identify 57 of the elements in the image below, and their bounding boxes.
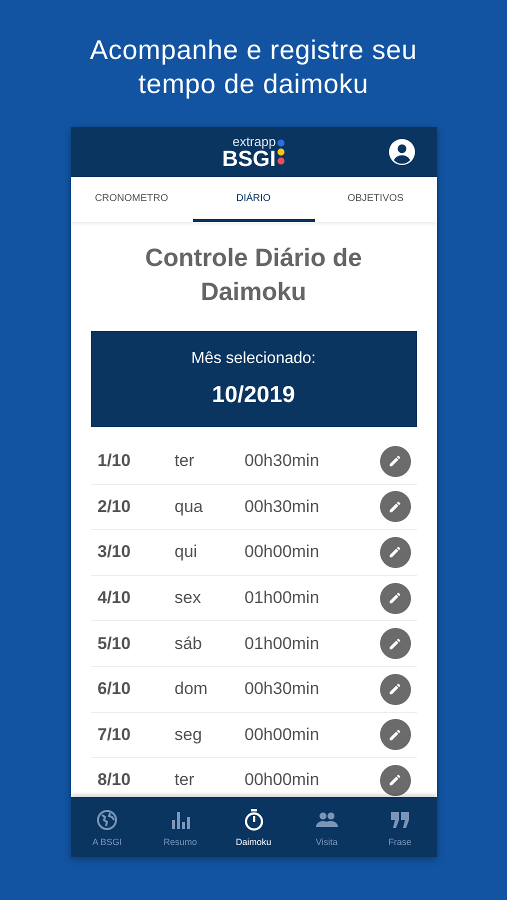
time-cell-text: 00h00min <box>244 770 320 790</box>
weekday-cell-text: sáb <box>174 634 203 654</box>
edit-button[interactable] <box>380 446 410 477</box>
pencil-icon <box>388 454 402 468</box>
time-cell-text: 00h30min <box>244 451 320 472</box>
weekday-cell-text: seg <box>174 724 203 745</box>
time-cell-text: 01h00min <box>244 588 320 608</box>
nav-item[interactable]: A BSGI <box>70 797 144 857</box>
nav-item[interactable]: Frase <box>363 797 436 857</box>
month-label: Mês selecionado: <box>191 350 316 368</box>
time-cell-text: 00h30min <box>244 679 320 700</box>
pencil-icon <box>388 682 402 696</box>
date-cell-text: 6/10 <box>96 679 132 700</box>
time-cell-text: 01h00min <box>244 634 320 654</box>
tab[interactable]: DIÁRIO <box>192 177 314 222</box>
date-cell-text: 2/10 <box>96 496 132 517</box>
pencil-icon <box>388 728 402 742</box>
edit-button[interactable] <box>380 764 410 796</box>
weekday-cell-text: sex <box>174 588 202 608</box>
weekday-cell-text: qui <box>174 542 198 562</box>
pencil-icon <box>388 500 402 514</box>
edit-button[interactable] <box>380 628 410 660</box>
pencil-icon <box>388 591 402 606</box>
page-title: Controle Diário de Daimoku <box>144 243 363 308</box>
pencil-icon <box>388 545 402 560</box>
tab[interactable]: CRONOMETRO <box>70 177 192 222</box>
time-cell-text: 00h30min <box>244 496 320 517</box>
edit-button[interactable] <box>380 719 410 750</box>
nav-item[interactable]: Visita <box>290 797 364 857</box>
time-cell-text: 00h00min <box>244 542 320 562</box>
globe-icon <box>95 808 120 832</box>
weekday-cell-text: ter <box>174 770 196 790</box>
date-cell-text: 4/10 <box>96 588 132 608</box>
date-cell-text: 5/10 <box>96 634 132 654</box>
edit-button[interactable] <box>380 536 410 568</box>
dots-icon <box>276 139 285 165</box>
nav-item[interactable]: Resumo <box>144 797 217 857</box>
edit-button[interactable] <box>380 674 410 705</box>
pencil-icon <box>388 773 402 788</box>
weekday-cell-text: dom <box>174 679 209 700</box>
weekday-cell-text: ter <box>174 451 196 472</box>
pencil-icon <box>388 636 402 651</box>
edit-button[interactable] <box>380 491 410 522</box>
time-cell-text: 00h00min <box>244 724 320 745</box>
date-cell-text: 1/10 <box>96 451 132 472</box>
weekday-cell-text: qua <box>174 496 204 517</box>
date-cell-text: 7/10 <box>96 724 132 745</box>
logo-title: BSGI <box>222 148 276 169</box>
date-cell-text: 3/10 <box>96 542 132 562</box>
account-icon[interactable] <box>388 139 414 165</box>
logo-subtitle: extrapp <box>232 135 276 148</box>
nav-item[interactable]: Daimoku <box>216 797 290 857</box>
edit-button[interactable] <box>380 582 410 614</box>
tab[interactable]: OBJETIVOS <box>314 177 436 222</box>
headline: Acompanhe e registre seu tempo de daimoku <box>88 34 418 101</box>
month-value: 10/2019 <box>212 381 296 408</box>
date-cell-text: 8/10 <box>96 770 132 790</box>
